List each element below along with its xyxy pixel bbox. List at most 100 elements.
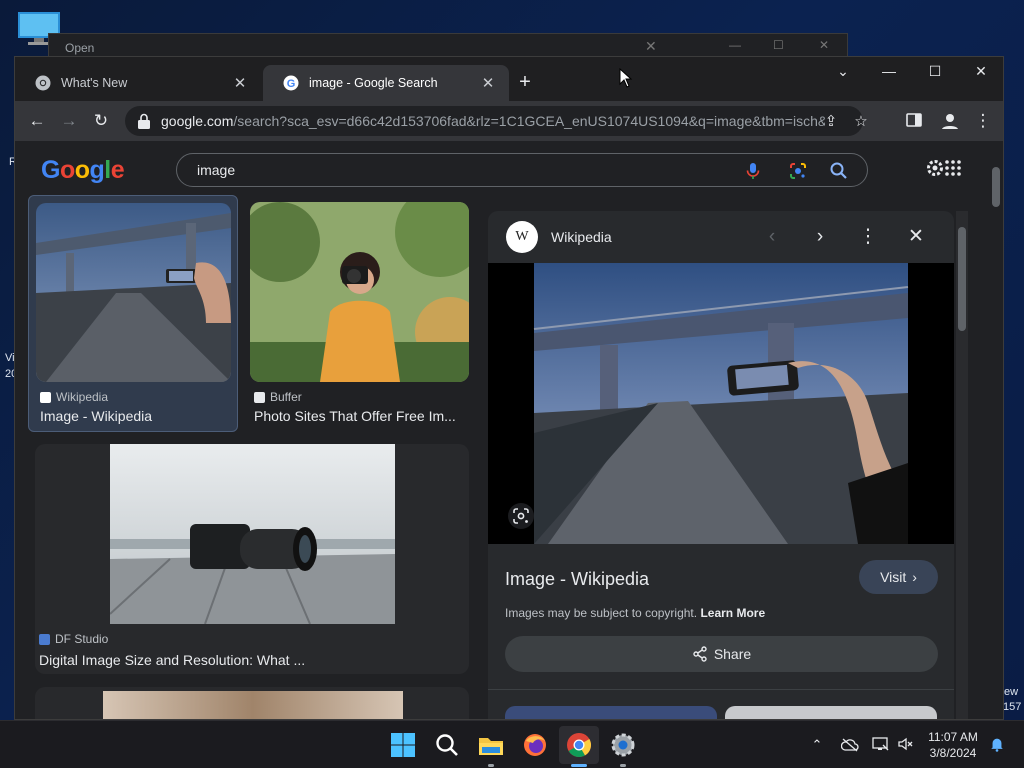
search-icon[interactable] <box>829 161 849 181</box>
wikipedia-logo[interactable]: W <box>506 221 538 253</box>
settings-gear-icon[interactable] <box>609 731 637 759</box>
previous-arrow-icon[interactable]: ‹ <box>761 226 783 248</box>
side-panel-icon[interactable] <box>905 111 923 129</box>
result-source[interactable]: Wikipedia <box>40 390 108 404</box>
panel-divider <box>488 689 954 690</box>
file-explorer-icon[interactable] <box>477 731 505 759</box>
result-source-label: Wikipedia <box>56 390 109 404</box>
result-image[interactable] <box>36 203 231 382</box>
result-source-label: DF Studio <box>55 632 109 646</box>
tab-whats-new[interactable]: What's New ✕ <box>15 65 261 101</box>
camera-on-table-photo <box>110 444 395 624</box>
wikipedia-icon <box>40 391 51 403</box>
profile-avatar-icon[interactable] <box>939 110 961 132</box>
buffer-icon <box>254 391 265 403</box>
google-lens-search-icon[interactable] <box>508 503 534 529</box>
result-title[interactable]: Digital Image Size and Resolution: What … <box>39 652 459 668</box>
windows-start-icon[interactable] <box>389 731 417 759</box>
active-indicator <box>571 764 587 767</box>
volume-muted-icon[interactable] <box>897 736 915 752</box>
show-hidden-icons-chevron-icon[interactable]: ⌃ <box>808 737 826 753</box>
google-logo[interactable]: Google <box>41 156 125 185</box>
image-result-card[interactable] <box>35 687 469 719</box>
tab-label: image - Google Search <box>309 76 438 90</box>
chrome-menu-icon[interactable]: ⋮ <box>971 110 995 132</box>
page-scrollbar[interactable] <box>989 147 1003 719</box>
minimize-button[interactable]: — <box>875 63 903 79</box>
panel-preview-image[interactable] <box>488 263 954 544</box>
result-image[interactable] <box>250 202 469 382</box>
svg-text:G: G <box>287 78 296 90</box>
share-icon <box>693 646 707 662</box>
result-title[interactable]: Image - Wikipedia <box>40 408 230 424</box>
woman-camera-photo <box>250 202 469 382</box>
tab-label: What's New <box>61 76 128 90</box>
settings-and-apps-icons[interactable] <box>925 157 961 179</box>
related-image-thumbnail[interactable] <box>505 706 717 719</box>
related-image-thumbnail[interactable] <box>725 706 937 719</box>
visit-button[interactable]: Visit › <box>859 560 938 594</box>
google-lens-icon[interactable] <box>788 161 808 181</box>
more-options-icon[interactable]: ⋮ <box>857 226 879 248</box>
image-result-card[interactable]: Wikipedia Image - Wikipedia <box>28 195 238 432</box>
panel-title[interactable]: Image - Wikipedia <box>505 569 649 590</box>
bookmark-star-icon[interactable]: ☆ <box>851 112 871 130</box>
clock-date: 3/8/2024 <box>929 746 977 760</box>
result-title[interactable]: Photo Sites That Offer Free Im... <box>254 408 468 424</box>
result-image[interactable] <box>110 444 395 624</box>
address-domain: google.com <box>161 113 234 129</box>
onedrive-cloud-icon[interactable] <box>841 737 859 753</box>
visit-label: Visit <box>880 569 907 585</box>
mouse-cursor-icon <box>619 68 633 88</box>
share-page-icon[interactable]: ⇪ <box>821 112 841 130</box>
close-icon[interactable]: ✕ <box>645 38 657 55</box>
tab-google-search[interactable]: G image - Google Search ✕ <box>263 65 509 101</box>
address-path: /search?sca_esv=d66c42d153706fad&rlz=1C1… <box>233 113 825 129</box>
forward-button[interactable]: → <box>57 110 81 132</box>
result-image[interactable] <box>103 691 403 719</box>
tab-search-chevron-icon[interactable]: ⌄ <box>829 63 857 80</box>
close-icon[interactable]: ✕ <box>819 38 829 52</box>
voice-search-mic-icon[interactable] <box>743 161 763 181</box>
search-results-page: Google image Wikipedia Image - Wikipedia… <box>15 141 1003 719</box>
desktop-text-fragment: 157 <box>1003 701 1022 713</box>
system-clock[interactable]: 11:07 AM 3/8/2024 <box>918 729 988 761</box>
chrome-icon[interactable] <box>565 731 593 759</box>
search-input[interactable]: image <box>176 153 868 187</box>
running-indicator <box>620 764 626 767</box>
image-result-card[interactable]: Buffer Photo Sites That Offer Free Im... <box>250 202 470 427</box>
close-panel-icon[interactable]: ✕ <box>905 226 927 248</box>
minimize-icon[interactable]: — <box>729 38 741 52</box>
taskbar: ⌃ 11:07 AM 3/8/2024 <box>0 720 1024 768</box>
next-arrow-icon[interactable]: › <box>809 226 831 248</box>
result-source[interactable]: Buffer <box>254 390 302 404</box>
close-tab-icon[interactable]: ✕ <box>231 74 249 92</box>
lock-icon[interactable] <box>137 113 151 129</box>
learn-more-link[interactable]: Learn More <box>700 606 765 620</box>
close-tab-icon[interactable]: ✕ <box>479 74 497 92</box>
panel-scrollbar[interactable] <box>956 211 968 719</box>
maximize-icon[interactable]: ☐ <box>773 38 784 52</box>
network-icon[interactable] <box>872 736 890 752</box>
share-button[interactable]: Share <box>505 636 938 672</box>
copyright-text: Images may be subject to copyright. <box>505 606 698 620</box>
back-button[interactable]: ← <box>25 110 49 132</box>
search-query: image <box>197 162 236 178</box>
running-indicator <box>488 764 494 767</box>
new-tab-button[interactable]: + <box>515 71 535 94</box>
google-icon: G <box>283 75 299 91</box>
panel-source[interactable]: Wikipedia <box>551 229 612 245</box>
chrome-window: What's New ✕ G image - Google Search ✕ +… <box>14 56 1004 720</box>
bridge-road-photo-large <box>488 263 954 544</box>
browser-toolbar: ← → ↻ google.com/search?sca_esv=d66c42d1… <box>15 101 1003 141</box>
reload-button[interactable]: ↻ <box>89 110 113 132</box>
maximize-button[interactable]: ☐ <box>921 63 949 80</box>
address-url: google.com/search?sca_esv=d66c42d153706f… <box>161 113 825 129</box>
search-icon[interactable] <box>433 731 461 759</box>
result-source[interactable]: DF Studio <box>39 632 108 646</box>
address-bar[interactable]: google.com/search?sca_esv=d66c42d153706f… <box>125 106 868 136</box>
image-result-card[interactable]: DF Studio Digital Image Size and Resolut… <box>35 444 469 674</box>
close-window-button[interactable]: ✕ <box>967 63 995 80</box>
notification-bell-icon[interactable] <box>988 736 1006 752</box>
firefox-icon[interactable] <box>521 731 549 759</box>
